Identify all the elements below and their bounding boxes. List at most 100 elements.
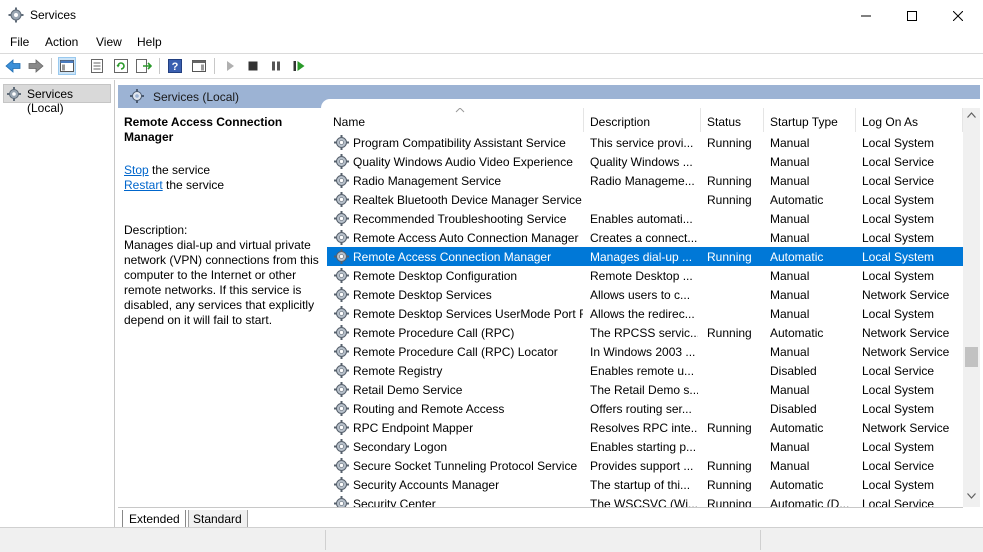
table-row[interactable]: Remote Desktop Services Allows users to c… bbox=[327, 285, 963, 304]
close-button[interactable] bbox=[935, 0, 981, 31]
export-list-button[interactable] bbox=[135, 57, 153, 75]
minimize-button[interactable] bbox=[843, 0, 889, 31]
start-service-button[interactable] bbox=[221, 57, 239, 75]
cell-description: Allows the redirec... bbox=[590, 307, 695, 321]
cell-log-on-as: Local System bbox=[862, 402, 935, 416]
cell-startup-type: Manual bbox=[770, 269, 810, 283]
scroll-down-icon[interactable] bbox=[967, 493, 976, 499]
scroll-up-icon[interactable] bbox=[967, 112, 976, 118]
pause-service-button[interactable] bbox=[267, 57, 285, 75]
table-row[interactable]: Security Center The WSCSVC (Wi... Running A… bbox=[327, 494, 963, 507]
properties-button[interactable] bbox=[88, 57, 106, 75]
help-icon: ? bbox=[168, 59, 182, 73]
cell-name: Remote Registry bbox=[353, 364, 443, 378]
table-row[interactable]: Remote Access Auto Connection Manager Cre… bbox=[327, 228, 963, 247]
cell-name: Radio Management Service bbox=[353, 174, 502, 188]
menu-action[interactable]: Action bbox=[45, 35, 78, 49]
back-button[interactable] bbox=[4, 57, 22, 75]
maximize-button[interactable] bbox=[889, 0, 935, 31]
tab-standard[interactable]: Standard bbox=[188, 510, 248, 528]
table-row[interactable]: Recommended Troubleshooting Service Enabl… bbox=[327, 209, 963, 228]
table-row[interactable]: Remote Desktop Configuration Remote Deskt… bbox=[327, 266, 963, 285]
table-row[interactable]: Secure Socket Tunneling Protocol Service… bbox=[327, 456, 963, 475]
forward-button[interactable] bbox=[27, 57, 45, 75]
cell-description: Enables starting p... bbox=[590, 440, 697, 454]
description-label: Description: bbox=[124, 223, 188, 237]
description-text: Manages dial-up and virtual private netw… bbox=[124, 238, 319, 327]
column-header-startup-type[interactable]: Startup Type bbox=[764, 108, 856, 132]
cell-name: Remote Access Connection Manager bbox=[353, 250, 552, 264]
cell-name: Realtek Bluetooth Device Manager Service bbox=[353, 193, 582, 207]
stop-icon bbox=[248, 61, 258, 71]
cell-log-on-as: Network Service bbox=[862, 421, 950, 435]
service-gear-icon bbox=[333, 324, 350, 341]
menu-file[interactable]: File bbox=[10, 35, 29, 49]
column-header-label: Startup Type bbox=[770, 115, 838, 129]
column-header-name[interactable]: Name bbox=[327, 108, 584, 132]
help-button[interactable]: ? bbox=[166, 57, 184, 75]
service-gear-icon bbox=[333, 400, 350, 417]
stop-service-link[interactable]: Stop bbox=[124, 163, 149, 177]
tree-item-services-local[interactable]: Services (Local) bbox=[3, 84, 111, 115]
table-row[interactable]: RPC Endpoint Mapper Resolves RPC inte... R… bbox=[327, 418, 963, 437]
table-row[interactable]: Remote Desktop Services UserMode Port R.… bbox=[327, 304, 963, 323]
cell-name: Security Accounts Manager bbox=[353, 478, 500, 492]
table-row[interactable]: Secondary Logon Enables starting p... Manu… bbox=[327, 437, 963, 456]
menu-view[interactable]: View bbox=[96, 35, 122, 49]
table-row[interactable]: Routing and Remote Access Offers routing … bbox=[327, 399, 963, 418]
cell-status: Running bbox=[707, 421, 752, 435]
service-gear-icon bbox=[333, 419, 350, 436]
service-gear-icon bbox=[333, 438, 350, 455]
table-row[interactable]: Remote Procedure Call (RPC) The RPCSS ser… bbox=[327, 323, 963, 342]
table-row[interactable]: Remote Procedure Call (RPC) Locator In Wi… bbox=[327, 342, 963, 361]
service-gear-icon bbox=[333, 210, 350, 227]
refresh-button[interactable] bbox=[112, 57, 130, 75]
toolbar-separator bbox=[51, 58, 52, 74]
cell-startup-type: Manual bbox=[770, 155, 810, 169]
cell-log-on-as: Local System bbox=[862, 383, 935, 397]
cell-description: Resolves RPC inte... bbox=[590, 421, 698, 435]
table-row[interactable]: Remote Access Connection Manager Manages … bbox=[327, 247, 963, 266]
column-header-label: Status bbox=[707, 115, 742, 129]
cell-startup-type: Manual bbox=[770, 440, 810, 454]
cell-description: The RPCSS servic... bbox=[590, 326, 698, 340]
toolbar-separator bbox=[214, 58, 215, 74]
restart-service-link[interactable]: Restart bbox=[124, 178, 163, 192]
show-hide-console-tree-button[interactable] bbox=[58, 57, 76, 75]
cell-startup-type: Disabled bbox=[770, 364, 817, 378]
service-actions: Stop the service Restart the service bbox=[124, 163, 324, 193]
table-row[interactable]: Remote Registry Enables remote u... Disabl… bbox=[327, 361, 963, 380]
show-action-pane-button[interactable] bbox=[190, 57, 208, 75]
column-header-status[interactable]: Status bbox=[701, 108, 764, 132]
cell-description: Creates a connect... bbox=[590, 231, 698, 245]
table-row[interactable]: Security Accounts Manager The startup of … bbox=[327, 475, 963, 494]
cell-startup-type: Manual bbox=[770, 212, 810, 226]
cell-name: Remote Procedure Call (RPC) bbox=[353, 326, 515, 340]
stop-service-button[interactable] bbox=[244, 57, 262, 75]
scrollbar-thumb[interactable] bbox=[965, 347, 978, 367]
column-header-label: Log On As bbox=[862, 115, 919, 129]
maximize-icon bbox=[907, 10, 917, 21]
vertical-scrollbar[interactable] bbox=[963, 108, 980, 507]
cell-log-on-as: Local System bbox=[862, 269, 935, 283]
column-header-description[interactable]: Description bbox=[584, 108, 701, 132]
column-header-label: Name bbox=[333, 115, 366, 129]
restart-service-button[interactable] bbox=[290, 57, 308, 75]
service-gear-icon bbox=[333, 229, 350, 246]
cell-startup-type: Automatic bbox=[770, 326, 824, 340]
panel-header-curve bbox=[321, 99, 980, 108]
table-row[interactable]: Realtek Bluetooth Device Manager Service… bbox=[327, 190, 963, 209]
restart-icon bbox=[293, 61, 305, 71]
menu-bar: File Action View Help bbox=[0, 31, 983, 53]
cell-log-on-as: Local System bbox=[862, 193, 935, 207]
column-header-log-on-as[interactable]: Log On As bbox=[856, 108, 963, 132]
table-row[interactable]: Quality Windows Audio Video Experience Qu… bbox=[327, 152, 963, 171]
cell-name: Remote Procedure Call (RPC) Locator bbox=[353, 345, 558, 359]
cell-status: Running bbox=[707, 497, 752, 507]
table-row[interactable]: Program Compatibility Assistant Service T… bbox=[327, 133, 963, 152]
tab-extended[interactable]: Extended bbox=[122, 510, 186, 528]
services-gear-icon bbox=[8, 7, 24, 23]
table-row[interactable]: Retail Demo Service The Retail Demo s... M… bbox=[327, 380, 963, 399]
menu-help[interactable]: Help bbox=[137, 35, 162, 49]
table-row[interactable]: Radio Management Service Radio Manageme..… bbox=[327, 171, 963, 190]
